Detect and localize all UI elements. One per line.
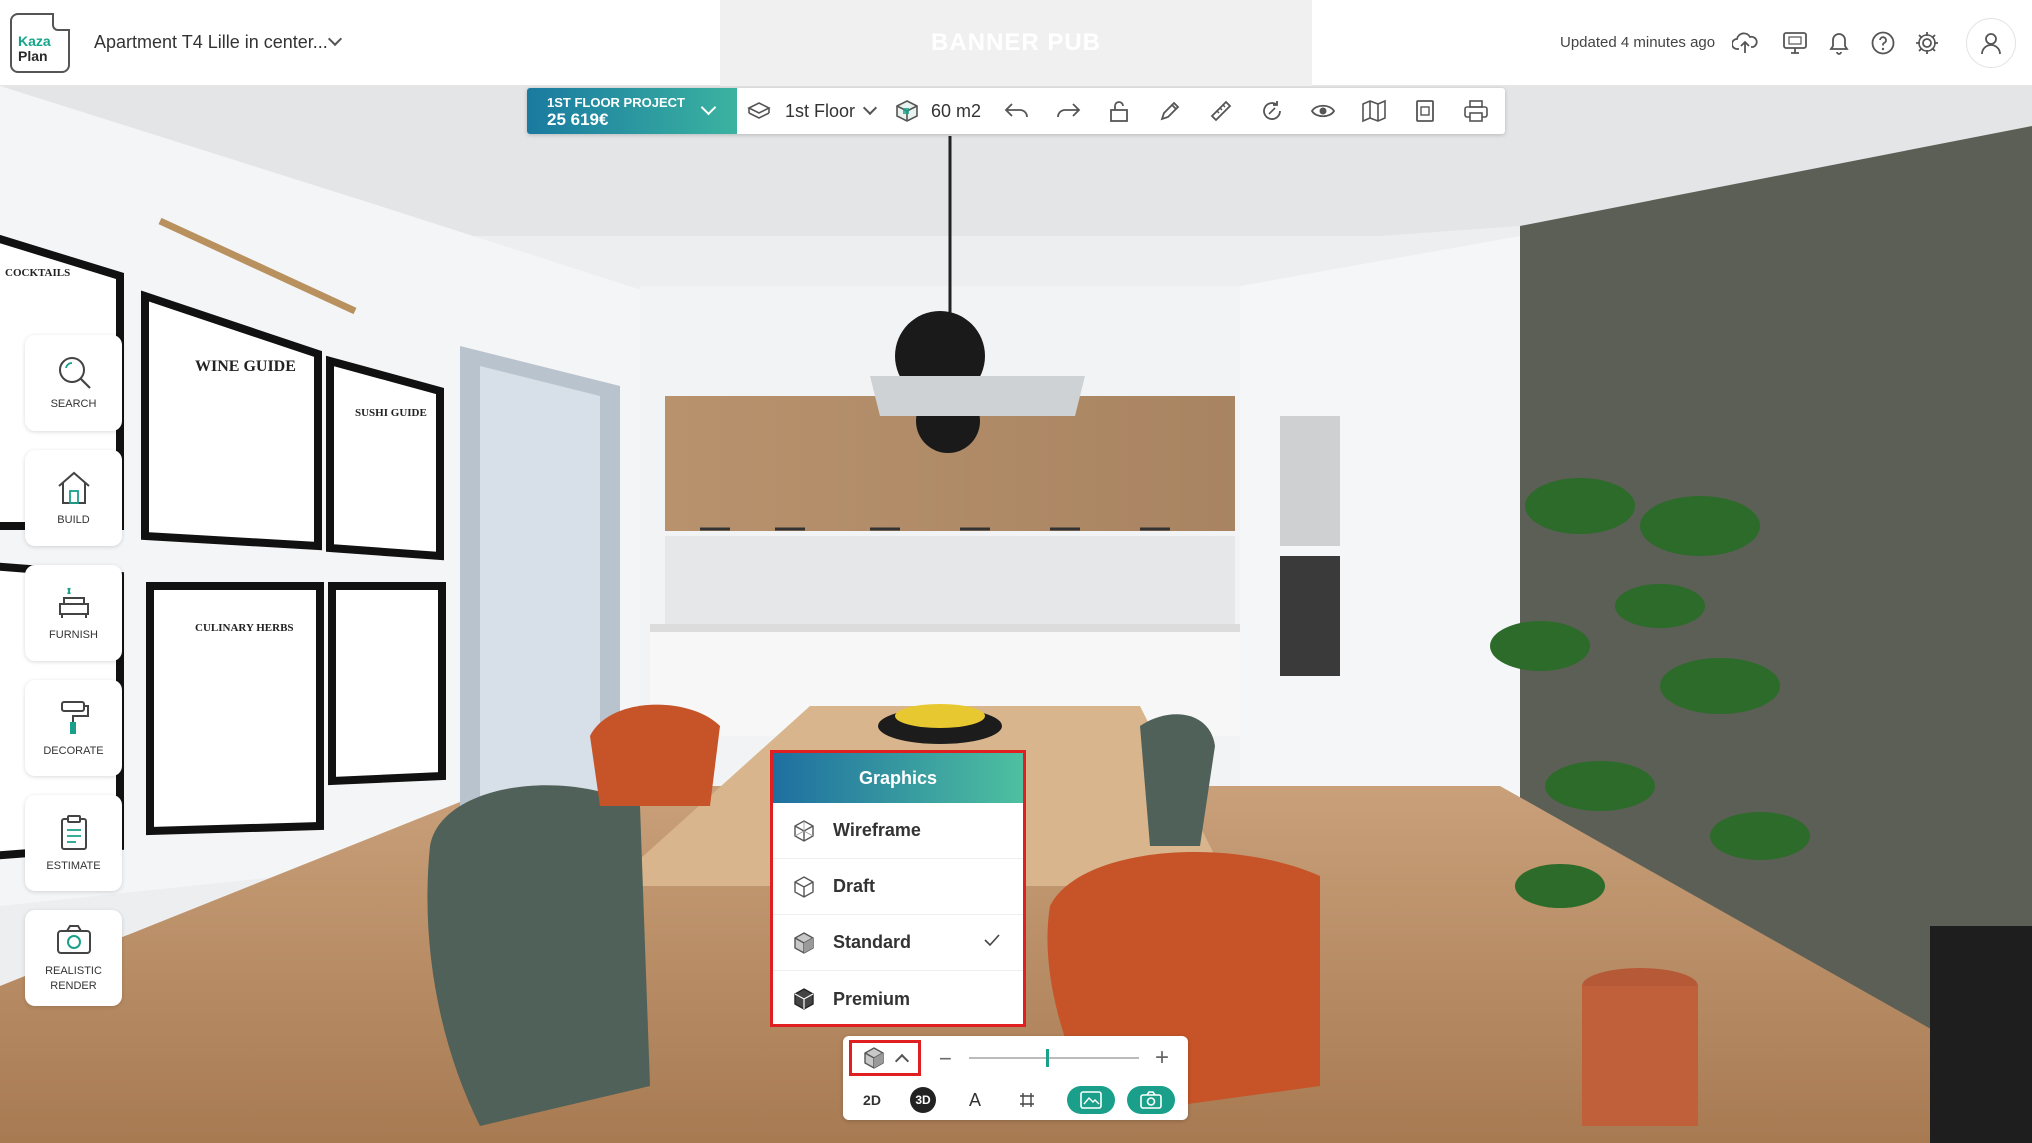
graphics-quality-menu: Graphics Wireframe Draft Standard Premiu…: [770, 750, 1026, 1027]
view-a-button[interactable]: A: [965, 1080, 985, 1120]
camera-icon: [56, 925, 91, 954]
paint-roller-icon: [60, 700, 89, 734]
gear-icon[interactable]: [1912, 28, 1942, 58]
print-icon[interactable]: [1450, 88, 1501, 134]
poster-wine-guide-text: WINE GUIDE: [195, 358, 296, 375]
screenshot-icon: [1080, 1091, 1102, 1109]
sidebar-label-estimate: ESTIMATE: [46, 859, 101, 872]
chevron-up-icon: [894, 1053, 910, 1069]
chevron-down-icon: [700, 99, 717, 116]
document-icon[interactable]: [1399, 88, 1450, 134]
poster-cocktails-text: COCKTAILS: [5, 267, 70, 279]
redo-icon[interactable]: [1042, 88, 1093, 134]
frame-icon[interactable]: [1015, 1080, 1039, 1120]
view-mode-row: 2D 3D A: [843, 1080, 1188, 1120]
graphics-option-wireframe[interactable]: Wireframe: [773, 803, 1023, 859]
wireframe-cube-icon: [794, 820, 814, 842]
kazaplan-logo[interactable]: Kaza Plan: [10, 13, 70, 73]
area-display[interactable]: 60 m2: [885, 88, 991, 134]
checkmark-icon: [984, 934, 1000, 947]
app-header: Kaza Plan Apartment T4 Lille in center..…: [0, 0, 2032, 86]
sidebar-item-build[interactable]: BUILD: [25, 450, 122, 546]
main-toolbar: 1ST FLOOR PROJECT 25 619€ 1st Floor 60 m…: [527, 88, 1505, 134]
user-icon: [1981, 33, 2001, 55]
logo-line1: Kaza: [18, 33, 51, 49]
sidebar-item-search[interactable]: SEARCH: [25, 335, 122, 431]
area-label: 60 m2: [931, 100, 982, 121]
standard-cube-icon: [794, 932, 814, 954]
floor-selector[interactable]: 1st Floor: [737, 88, 885, 134]
view-2d-button[interactable]: 2D: [857, 1080, 887, 1120]
house-icon: [57, 471, 90, 504]
sofa-icon: [58, 587, 89, 618]
screenshot-button[interactable]: [1067, 1086, 1115, 1114]
chevron-down-icon[interactable]: [327, 31, 343, 47]
eye-icon[interactable]: [1297, 88, 1348, 134]
clipboard-icon: [60, 814, 87, 850]
graphics-option-label: Standard: [833, 932, 912, 952]
zoom-slider-handle[interactable]: [1045, 1049, 1049, 1067]
chevron-down-icon: [862, 100, 878, 116]
graphics-option-label: Premium: [833, 988, 911, 1009]
bell-icon[interactable]: [1824, 28, 1854, 58]
camera-capture-button[interactable]: [1127, 1086, 1175, 1114]
lock-icon[interactable]: [1093, 88, 1144, 134]
last-updated-status: Updated 4 minutes ago: [1560, 34, 1716, 51]
graphics-option-draft[interactable]: Draft: [773, 859, 1023, 915]
sidebar-label-realistic-render: REALISTIC RENDER: [45, 965, 102, 992]
help-icon[interactable]: [1868, 28, 1898, 58]
camera-icon: [1140, 1091, 1162, 1109]
sidebar-label-build: BUILD: [57, 513, 90, 526]
premium-cube-icon: [794, 988, 814, 1010]
graphics-menu-title: Graphics: [773, 753, 1023, 803]
undo-icon[interactable]: [991, 88, 1042, 134]
poster-sushi-guide-text: SUSHI GUIDE: [355, 407, 427, 419]
search-icon: [58, 356, 91, 389]
view-controls: − + 2D 3D A: [843, 1036, 1188, 1120]
zoom-out-button[interactable]: −: [939, 1046, 952, 1072]
logo-line2: Plan: [18, 48, 48, 64]
cloud-upload-icon[interactable]: [1730, 28, 1760, 58]
sidebar-item-estimate[interactable]: ESTIMATE: [25, 795, 122, 891]
graphics-option-premium[interactable]: Premium: [773, 971, 1023, 1027]
floor-icon: [747, 102, 771, 119]
map-icon[interactable]: [1348, 88, 1399, 134]
floor-label: 1st Floor: [785, 100, 856, 121]
sidebar-label-search: SEARCH: [50, 397, 97, 410]
ad-banner[interactable]: BANNER PUB: [720, 0, 1312, 86]
graphics-option-label: Draft: [833, 876, 876, 896]
graphics-option-label: Wireframe: [833, 820, 921, 840]
graphics-option-standard[interactable]: Standard: [773, 915, 1023, 971]
project-selector[interactable]: 1ST FLOOR PROJECT 25 619€: [527, 88, 737, 134]
monitor-icon[interactable]: [1780, 28, 1810, 58]
area-cube-icon: [896, 100, 918, 122]
sidebar-label-decorate: DECORATE: [43, 744, 104, 757]
poster-culinary-herbs-text: CULINARY HERBS: [195, 622, 294, 634]
ruler-icon[interactable]: [1195, 88, 1246, 134]
graphics-quality-toggle[interactable]: [849, 1040, 921, 1076]
project-title[interactable]: Apartment T4 Lille in center...: [94, 32, 328, 53]
rotate-icon[interactable]: [1246, 88, 1297, 134]
draft-cube-icon: [794, 876, 814, 898]
view-3d-button[interactable]: 3D: [910, 1087, 936, 1113]
project-name: 1ST FLOOR PROJECT: [547, 95, 685, 110]
sidebar-item-realistic-render[interactable]: REALISTIC RENDER: [25, 910, 122, 1006]
zoom-in-button[interactable]: +: [1155, 1044, 1169, 1072]
zoom-slider[interactable]: [969, 1049, 1139, 1067]
user-avatar[interactable]: [1966, 18, 2016, 68]
project-price: 25 619€: [547, 110, 609, 129]
sidebar-label-furnish: FURNISH: [49, 628, 98, 641]
pen-icon[interactable]: [1144, 88, 1195, 134]
sidebar-item-decorate[interactable]: DECORATE: [25, 680, 122, 776]
sidebar-item-furnish[interactable]: FURNISH: [25, 565, 122, 661]
standard-cube-icon: [864, 1047, 884, 1069]
